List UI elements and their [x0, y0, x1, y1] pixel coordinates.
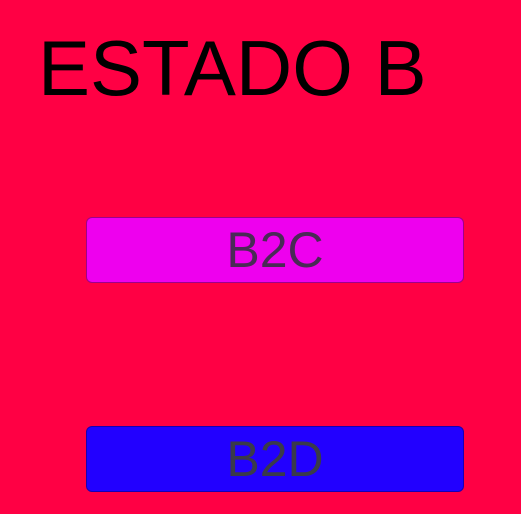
b2c-button[interactable]: B2C: [86, 217, 464, 283]
screen-title: ESTADO B: [38, 24, 427, 112]
b2d-button[interactable]: B2D: [86, 426, 464, 492]
estado-b-screen: ESTADO B B2C B2D: [0, 0, 521, 514]
